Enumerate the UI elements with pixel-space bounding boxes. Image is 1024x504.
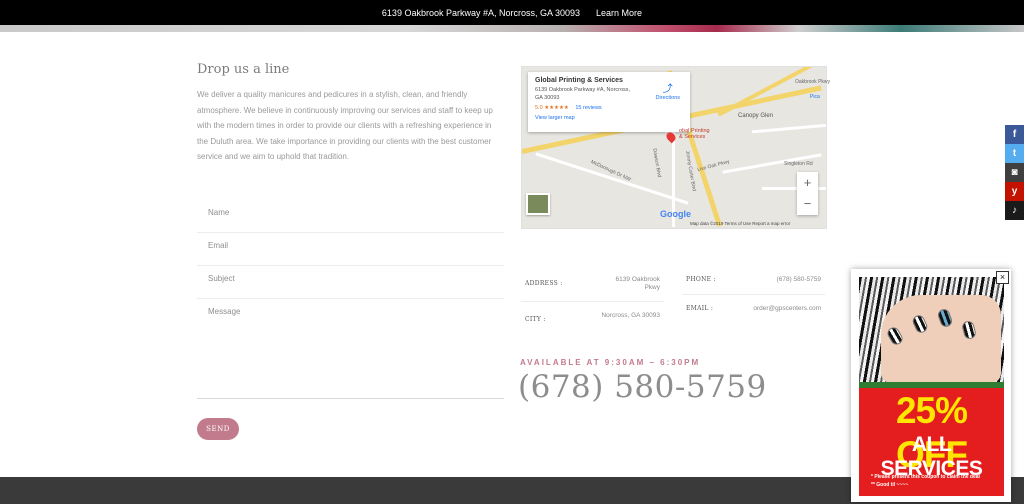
zoom-in-button[interactable]: + xyxy=(797,172,818,193)
map-label-canopy: Canopy Glen xyxy=(738,113,774,119)
map-reviews-link[interactable]: 15 reviews xyxy=(575,105,601,111)
map-rating-value: 5.0 xyxy=(535,105,543,111)
map-zoom-control: + − xyxy=(797,172,818,215)
big-phone-number[interactable]: (678) 580-5759 xyxy=(518,369,767,405)
phone-value: (678) 580-5759 xyxy=(776,276,821,283)
address-label: ADDRESS : xyxy=(525,280,563,287)
zoom-out-button[interactable]: − xyxy=(797,193,818,214)
top-announcement-bar: 6139 Oakbrook Parkway #A, Norcross, GA 3… xyxy=(0,0,1024,25)
social-sidebar: f t ◙ y ♪ xyxy=(1005,125,1024,220)
satellite-toggle[interactable] xyxy=(526,193,550,215)
availability-hours: AVAILABLE AT 9:30AM – 6:30PM xyxy=(520,358,701,367)
subject-field[interactable]: Subject xyxy=(197,266,504,299)
message-field[interactable]: Message xyxy=(197,299,504,399)
map-label-pica: Pica xyxy=(810,94,820,100)
map-pin-label-line2: & Services xyxy=(679,134,706,140)
map-place-address: 6139 Oakbrook Parkway #A, Norcross, GA 3… xyxy=(535,87,631,101)
coupon-popup: 25% OFF ALL SERVICES * Please present th… xyxy=(851,269,1011,502)
email-field[interactable]: Email xyxy=(197,233,504,266)
popup-close-button[interactable]: × xyxy=(996,271,1009,284)
map-info-card: Global Printing & Services 6139 Oakbrook… xyxy=(528,72,690,132)
map-label-singleton: Singleton Rd xyxy=(784,161,813,167)
city-label: CITY : xyxy=(525,316,546,323)
notification-bell-icon[interactable]: ♪ xyxy=(1005,201,1024,220)
hero-image-strip xyxy=(0,25,1024,32)
info-divider xyxy=(682,294,825,295)
yelp-icon[interactable]: y xyxy=(1005,182,1024,201)
learn-more-link[interactable]: Learn More xyxy=(596,8,642,18)
topbar-address: 6139 Oakbrook Parkway #A, Norcross, GA 3… xyxy=(381,7,581,18)
about-text: We deliver a quality manicures and pedic… xyxy=(197,90,493,162)
directions-icon: ⤴ xyxy=(662,84,673,95)
contact-intro: Drop us a line We deliver a quality mani… xyxy=(197,62,504,165)
map-road-canopy xyxy=(752,123,826,134)
contact-form: Name Email Subject Message xyxy=(197,200,504,399)
coupon-note-line2: ** Good til ~~~~ xyxy=(871,482,909,488)
address-value: 6139 Oakbrook Pkwy xyxy=(615,276,660,291)
name-field[interactable]: Name xyxy=(197,200,504,233)
coupon-image[interactable]: 25% OFF ALL SERVICES * Please present th… xyxy=(859,277,1004,496)
directions-button[interactable]: ⤴ Directions xyxy=(656,80,680,101)
email-label: EMAIL : xyxy=(686,305,714,312)
map-footer-links[interactable]: Map data ©2019 Terms of Use Report a map… xyxy=(690,221,790,226)
google-logo: Google xyxy=(660,209,691,219)
coupon-note: * Please present this coupon to claim th… xyxy=(871,473,1001,489)
city-value: Norcross, GA 30093 xyxy=(601,312,660,319)
coupon-green-bar xyxy=(859,382,1004,388)
map-road-mcdonough xyxy=(535,152,689,205)
facebook-icon[interactable]: f xyxy=(1005,125,1024,144)
page-title: Drop us a line xyxy=(197,62,290,77)
phone-label: PHONE : xyxy=(686,276,716,283)
email-value[interactable]: order@gpscenters.com xyxy=(720,305,821,313)
instagram-icon[interactable]: ◙ xyxy=(1005,163,1024,182)
view-larger-map-link[interactable]: View larger map xyxy=(535,115,683,121)
info-divider xyxy=(521,301,664,302)
twitter-icon[interactable]: t xyxy=(1005,144,1024,163)
map-rating: 5.0 ★★★★★ 15 reviews xyxy=(535,105,683,111)
map-pin-label: obal Printing & Services xyxy=(679,128,710,140)
map-label-oakbrook: Oakbrook Pkwy xyxy=(795,79,831,85)
directions-label: Directions xyxy=(655,95,680,101)
send-button[interactable]: SEND xyxy=(197,418,239,440)
coupon-note-line1: * Please present this coupon to claim th… xyxy=(871,474,980,480)
star-icon: ★★★★★ xyxy=(544,105,569,111)
